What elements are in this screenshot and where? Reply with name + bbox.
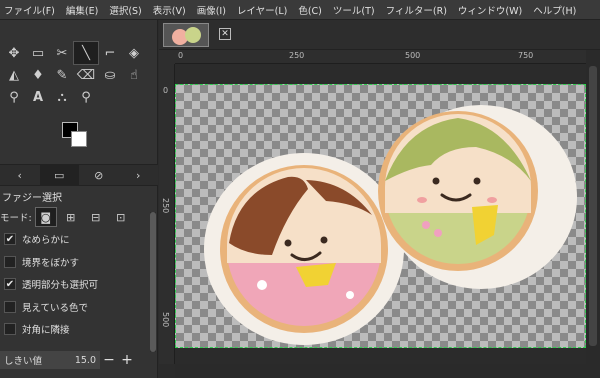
mode-row: モード: ◙ ⊞ ⊟ ⊡ <box>0 206 152 228</box>
paintbrush-tool-icon[interactable]: ♦ <box>26 64 50 86</box>
rect-select-tool-icon[interactable]: ▭ <box>26 42 50 64</box>
menu-windows[interactable]: ウィンドウ(W) <box>458 3 522 17</box>
checkbox-unchecked-icon[interactable] <box>4 255 16 268</box>
tool-row: ✥ ▭ ✂ ╲ ⌐ ◈ <box>0 41 158 65</box>
menu-select[interactable]: 選択(S) <box>109 3 141 17</box>
dock-tabs: ‹ ▭ ⊘ › <box>0 164 158 186</box>
mode-label: モード: <box>0 213 32 224</box>
menu-file[interactable]: ファイル(F) <box>4 3 55 17</box>
clone-tool-icon[interactable]: ⛀ <box>98 64 122 86</box>
smudge-tool-icon[interactable]: ☝ <box>122 64 146 86</box>
ruler-top: 0 250 500 750 <box>175 50 586 64</box>
option-sample-merged[interactable]: 見えている色で <box>0 296 152 319</box>
scrollbar-thumb[interactable] <box>150 212 156 352</box>
canvas-area[interactable] <box>175 64 586 364</box>
tab-right-arrow-icon[interactable]: › <box>119 164 159 186</box>
option-label: 見えている色で <box>22 302 89 314</box>
tool-row: ⚲ A ⛬ ⚲ <box>0 86 158 108</box>
toolbox: ✥ ▭ ✂ ╲ ⌐ ◈ ◭ ♦ ✎ ⌫ ⛀ ☝ ⚲ A ⛬ ⚲ <box>0 41 158 108</box>
pencil-tool-icon[interactable]: ✎ <box>50 64 74 86</box>
color-swatches[interactable] <box>62 122 92 152</box>
ruler-left: 0 250 500 <box>159 64 175 364</box>
checkbox-checked-icon[interactable]: ✔ <box>4 278 16 291</box>
option-label: 対角に隣接 <box>22 325 70 337</box>
measure-tool-icon[interactable]: ╲ <box>73 41 99 65</box>
option-label: 透明部分も選択可 <box>22 280 99 292</box>
threshold-label: しきい値 <box>4 356 43 367</box>
menu-tools[interactable]: ツール(T) <box>333 3 375 17</box>
mode-add-icon[interactable]: ⊞ <box>61 208 81 226</box>
menu-help[interactable]: ヘルプ(H) <box>533 3 576 17</box>
decrement-button[interactable]: − <box>100 351 118 369</box>
tool-options-title: ファジー選択 <box>2 193 62 204</box>
option-antialias[interactable]: ✔ なめらかに <box>0 228 152 251</box>
ruler-tick: 750 <box>518 51 534 60</box>
image-tabs: ✕ <box>159 20 600 50</box>
option-select-transparent[interactable]: ✔ 透明部分も選択可 <box>0 273 152 296</box>
vertical-scrollbar[interactable] <box>586 50 600 364</box>
threshold-control: しきい値 15.0 − + <box>0 351 142 369</box>
option-feather[interactable]: 境界をぼかす <box>0 251 152 274</box>
threshold-field[interactable]: しきい値 15.0 <box>0 351 100 369</box>
mode-subtract-icon[interactable]: ⊟ <box>86 208 106 226</box>
ruler-tick: 250 <box>161 198 170 214</box>
ruler-tick: 500 <box>161 312 170 328</box>
cookie-image <box>204 105 577 345</box>
image-thumbnail[interactable] <box>163 23 209 47</box>
move-tool-icon[interactable]: ✥ <box>2 42 26 64</box>
transform-tool-icon[interactable]: ◈ <box>122 42 146 64</box>
ruler-tick: 0 <box>178 51 184 60</box>
tool-options-scrollbar[interactable] <box>150 212 156 352</box>
ruler-tick: 0 <box>163 86 169 95</box>
threshold-value: 15.0 <box>74 354 96 366</box>
ruler-tick: 250 <box>289 51 305 60</box>
crop-tool-icon[interactable]: ⌐ <box>98 42 122 64</box>
bucket-fill-tool-icon[interactable]: ◭ <box>2 64 26 86</box>
mode-intersect-icon[interactable]: ⊡ <box>111 208 131 226</box>
left-dock: ✥ ▭ ✂ ╲ ⌐ ◈ ◭ ♦ ✎ ⌫ ⛀ ☝ ⚲ A ⛬ ⚲ ‹ ▭ ⊘ › <box>0 20 158 378</box>
menu-filters[interactable]: フィルター(R) <box>386 3 447 17</box>
tool-row: ◭ ♦ ✎ ⌫ ⛀ ☝ <box>0 64 158 86</box>
option-label: 境界をぼかす <box>22 257 80 269</box>
menubar: ファイル(F) 編集(E) 選択(S) 表示(V) 画像(I) レイヤー(L) … <box>0 0 600 20</box>
eraser-tool-icon[interactable]: ⌫ <box>74 64 98 86</box>
color-picker-tool-icon[interactable]: ⛬ <box>50 86 74 108</box>
tab-tool-options-icon[interactable]: ▭ <box>39 164 79 186</box>
paths-tool-icon[interactable]: ⚲ <box>2 86 26 108</box>
menu-view[interactable]: 表示(V) <box>153 3 186 17</box>
image-layer[interactable] <box>175 84 586 348</box>
checkbox-unchecked-icon[interactable] <box>4 323 16 336</box>
background-color[interactable] <box>71 131 87 147</box>
tab-left-arrow-icon[interactable]: ‹ <box>0 164 40 186</box>
menu-colors[interactable]: 色(C) <box>298 3 322 17</box>
option-diagonal[interactable]: 対角に隣接 <box>0 318 152 341</box>
text-tool-icon[interactable]: A <box>26 86 50 108</box>
scissors-tool-icon[interactable]: ✂ <box>50 42 74 64</box>
scrollbar-thumb[interactable] <box>589 66 597 346</box>
close-icon[interactable]: ✕ <box>219 28 231 40</box>
zoom-tool-icon[interactable]: ⚲ <box>74 86 98 108</box>
ruler-tick: 500 <box>405 51 421 60</box>
option-label: なめらかに <box>22 235 70 247</box>
increment-button[interactable]: + <box>118 351 136 369</box>
menu-image[interactable]: 画像(I) <box>197 3 226 17</box>
tab-device-status-icon[interactable]: ⊘ <box>79 164 119 186</box>
checkbox-unchecked-icon[interactable] <box>4 300 16 313</box>
menu-edit[interactable]: 編集(E) <box>66 3 98 17</box>
menu-layer[interactable]: レイヤー(L) <box>237 3 287 17</box>
ruler-corner <box>159 50 175 64</box>
checkbox-checked-icon[interactable]: ✔ <box>4 233 16 246</box>
mode-replace-icon[interactable]: ◙ <box>34 207 57 227</box>
horizontal-scrollbar[interactable] <box>175 364 600 378</box>
tool-options-panel: ファジー選択 モード: ◙ ⊞ ⊟ ⊡ ✔ なめらかに 境界をぼかす ✔ 透明部… <box>0 192 152 341</box>
